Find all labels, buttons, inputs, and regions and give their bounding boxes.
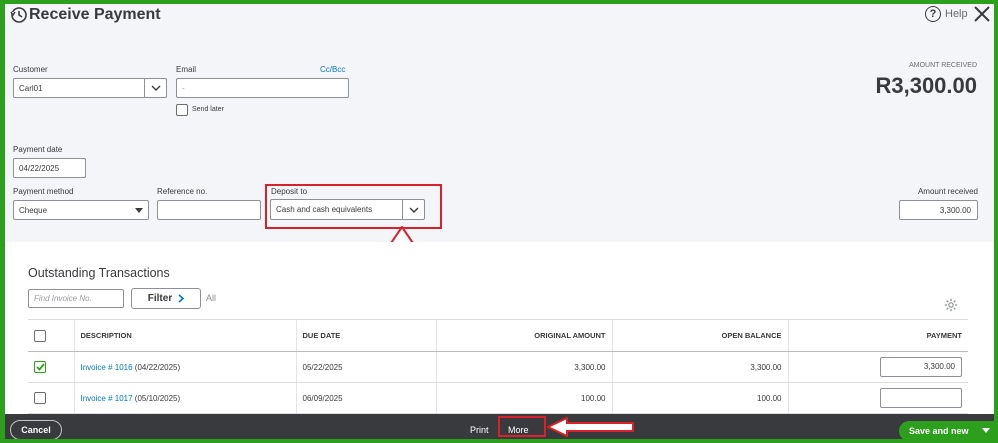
row-checkbox-checked[interactable] bbox=[34, 361, 46, 373]
column-header-description[interactable]: DESCRIPTION bbox=[73, 319, 296, 352]
amount-received-field[interactable]: 3,300.00 bbox=[899, 200, 978, 220]
payment-date-value: 04/22/2025 bbox=[19, 163, 60, 173]
outstanding-transactions-title: Outstanding Transactions bbox=[28, 266, 170, 280]
select-all-header bbox=[28, 319, 74, 352]
email-value: - bbox=[182, 83, 185, 93]
column-header-original-amount[interactable]: ORIGINAL AMOUNT bbox=[435, 319, 612, 352]
payment-method-value: Cheque bbox=[19, 205, 48, 215]
table-header-row: DESCRIPTION DUE DATE ORIGINAL AMOUNT OPE… bbox=[28, 319, 968, 352]
send-later-label: Send later bbox=[192, 106, 224, 113]
payment-method-dropdown-button[interactable] bbox=[130, 201, 148, 219]
cancel-button[interactable]: Cancel bbox=[10, 420, 62, 439]
deposit-to-select[interactable]: Cash and cash equivalents bbox=[270, 199, 425, 220]
save-and-new-button[interactable]: Save and new bbox=[899, 421, 994, 439]
invoice-date: (04/22/2025) bbox=[134, 362, 181, 372]
email-label: Email bbox=[176, 65, 197, 74]
deposit-to-label: Deposit to bbox=[271, 187, 308, 196]
customer-label: Customer bbox=[13, 65, 48, 74]
find-invoice-placeholder: Find Invoice No. bbox=[34, 294, 92, 303]
due-date-cell: 06/09/2025 bbox=[295, 382, 436, 414]
chevron-right-icon bbox=[178, 294, 185, 303]
filter-all-label: All bbox=[206, 293, 217, 303]
receive-payment-window: Receive Payment ? Help Customer Carl01 E… bbox=[5, 4, 994, 439]
original-amount-cell: 100.00 bbox=[435, 382, 612, 414]
chevron-down-icon bbox=[409, 207, 418, 213]
cc-bcc-link[interactable]: Cc/Bcc bbox=[320, 65, 345, 74]
description-cell: Invoice # 1016 (04/22/2025) bbox=[73, 351, 296, 383]
help-icon: ? bbox=[925, 6, 941, 22]
more-button[interactable]: More bbox=[508, 425, 529, 435]
invoice-link[interactable]: Invoice # 1016 bbox=[81, 363, 133, 372]
payment-input[interactable] bbox=[880, 388, 962, 408]
reference-no-label: Reference no. bbox=[157, 187, 208, 196]
gear-icon[interactable] bbox=[944, 298, 958, 312]
table-row: Invoice # 1016 (04/22/2025) 05/22/2025 3… bbox=[28, 351, 968, 383]
column-header-payment[interactable]: PAYMENT bbox=[787, 319, 968, 352]
customer-select[interactable]: Carl01 bbox=[13, 78, 167, 98]
column-header-open-balance[interactable]: OPEN BALANCE bbox=[611, 319, 788, 352]
deposit-to-value: Cash and cash equivalents bbox=[276, 205, 373, 214]
open-balance-cell: 100.00 bbox=[611, 382, 788, 414]
payment-input[interactable]: 3,300.00 bbox=[880, 357, 962, 377]
row-checkbox[interactable] bbox=[34, 392, 46, 404]
invoice-link[interactable]: Invoice # 1017 bbox=[81, 394, 133, 403]
help-button[interactable]: ? Help bbox=[925, 6, 968, 22]
annotation-left-arrow-icon bbox=[547, 417, 634, 437]
chevron-down-icon bbox=[151, 85, 160, 91]
print-button[interactable]: Print bbox=[470, 425, 489, 435]
amount-received-label: Amount received bbox=[917, 187, 978, 196]
deposit-to-dropdown-button[interactable] bbox=[402, 200, 424, 219]
amount-received-caption: AMOUNT RECEIVED bbox=[909, 62, 977, 69]
payment-method-label: Payment method bbox=[13, 187, 74, 196]
invoice-date: (05/10/2025) bbox=[134, 393, 181, 403]
amount-received-value: 3,300.00 bbox=[939, 205, 971, 215]
filter-button[interactable]: Filter bbox=[131, 288, 201, 309]
send-later-checkbox[interactable] bbox=[176, 104, 188, 116]
save-options-caret-icon[interactable] bbox=[982, 428, 990, 433]
row-select-cell bbox=[28, 351, 74, 383]
find-invoice-input[interactable]: Find Invoice No. bbox=[28, 289, 124, 308]
reference-no-field[interactable] bbox=[157, 200, 261, 220]
caret-down-icon bbox=[135, 207, 143, 213]
select-all-checkbox[interactable] bbox=[34, 329, 46, 342]
open-balance-cell: 3,300.00 bbox=[611, 351, 788, 383]
save-and-new-label: Save and new bbox=[909, 426, 969, 436]
due-date-cell: 05/22/2025 bbox=[295, 351, 436, 383]
help-label: Help bbox=[945, 8, 968, 20]
column-header-due-date[interactable]: DUE DATE bbox=[295, 319, 436, 352]
payment-cell bbox=[787, 382, 968, 414]
email-field[interactable]: - bbox=[176, 78, 349, 98]
page-title: Receive Payment bbox=[29, 6, 161, 23]
checkmark-icon bbox=[35, 363, 45, 371]
payment-date-field[interactable]: 04/22/2025 bbox=[13, 158, 86, 178]
filter-label: Filter bbox=[147, 293, 173, 304]
description-cell: Invoice # 1017 (05/10/2025) bbox=[73, 382, 296, 414]
recent-transactions-icon[interactable] bbox=[10, 6, 28, 24]
original-amount-cell: 3,300.00 bbox=[435, 351, 612, 383]
outstanding-transactions-table: DESCRIPTION DUE DATE ORIGINAL AMOUNT OPE… bbox=[28, 319, 968, 414]
close-icon[interactable] bbox=[972, 4, 992, 24]
payment-date-label: Payment date bbox=[13, 145, 63, 154]
payment-method-select[interactable]: Cheque bbox=[13, 200, 149, 220]
customer-value: Carl01 bbox=[19, 83, 43, 93]
customer-dropdown-button[interactable] bbox=[144, 79, 166, 97]
amount-received-total: R3,300.00 bbox=[875, 73, 977, 98]
table-row: Invoice # 1017 (05/10/2025) 06/09/2025 1… bbox=[28, 382, 968, 414]
row-select-cell bbox=[28, 382, 74, 414]
payment-cell: 3,300.00 bbox=[787, 351, 968, 383]
